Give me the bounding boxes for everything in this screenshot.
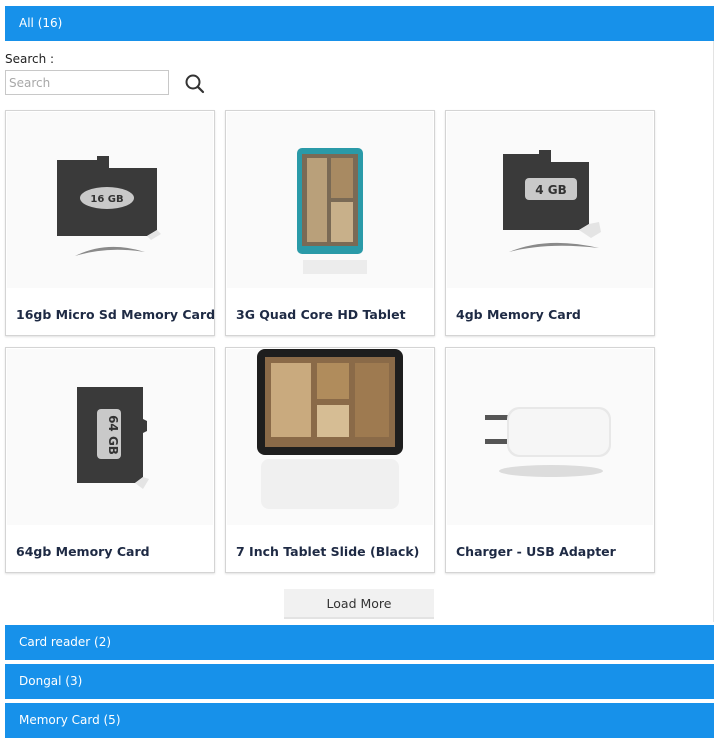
product-title[interactable]: Charger - USB Adapter	[456, 544, 616, 559]
product-card[interactable]: 7 Inch Tablet Slide (Black)	[225, 347, 435, 573]
product-title[interactable]: 7 Inch Tablet Slide (Black)	[236, 544, 419, 559]
category-memory-card-label: Memory Card (5)	[19, 713, 121, 727]
product-card[interactable]: 4 GB 4gb Memory Card	[445, 110, 655, 336]
product-image-tablet	[227, 112, 433, 288]
category-dongal-header[interactable]: Dongal (3)	[5, 664, 714, 699]
search-icon[interactable]	[183, 72, 207, 96]
search-input[interactable]	[5, 70, 169, 95]
category-all-header[interactable]: All (16)	[5, 6, 714, 41]
load-more-button[interactable]: Load More	[284, 589, 434, 619]
category-memory-card-header[interactable]: Memory Card (5)	[5, 703, 714, 738]
product-image-charger	[447, 349, 653, 525]
search-label: Search :	[5, 52, 55, 66]
product-title[interactable]: 3G Quad Core HD Tablet	[236, 307, 406, 322]
product-image-microsd: 16 GB	[7, 112, 213, 288]
category-card-reader-header[interactable]: Card reader (2)	[5, 625, 714, 660]
product-card[interactable]: 64 GB 64gb Memory Card	[5, 347, 215, 573]
category-card-reader-label: Card reader (2)	[19, 635, 112, 649]
product-image-microsd: 64 GB	[7, 349, 213, 525]
product-card[interactable]: Charger - USB Adapter	[445, 347, 655, 573]
product-card[interactable]: 16 GB 16gb Micro Sd Memory Card	[5, 110, 215, 336]
product-image-microsd: 4 GB	[447, 112, 653, 288]
card-capacity-text: 4 GB	[535, 183, 567, 197]
category-all-label: All (16)	[19, 16, 63, 30]
product-title[interactable]: 16gb Micro Sd Memory Card	[16, 307, 215, 322]
product-image-tablet	[227, 349, 433, 525]
card-capacity-text: 64 GB	[106, 415, 120, 455]
card-capacity-text: 16 GB	[90, 194, 123, 205]
product-title[interactable]: 4gb Memory Card	[456, 307, 581, 322]
category-dongal-label: Dongal (3)	[19, 674, 83, 688]
product-card[interactable]: 3G Quad Core HD Tablet	[225, 110, 435, 336]
product-title[interactable]: 64gb Memory Card	[16, 544, 150, 559]
